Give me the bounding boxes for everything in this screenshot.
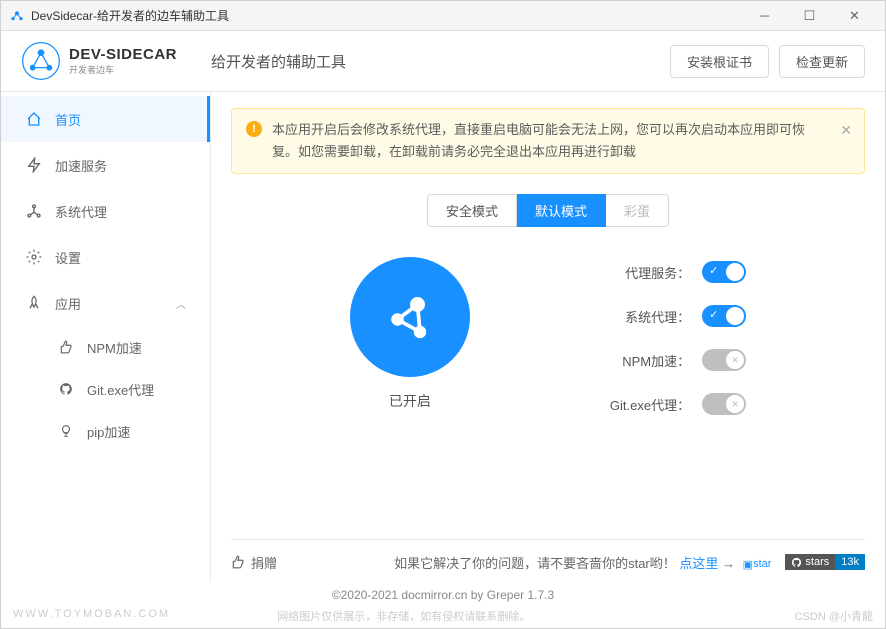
github-stars-badge[interactable]: stars 13k	[785, 552, 865, 572]
donate-button[interactable]: 捐赠	[231, 553, 277, 572]
star-image-placeholder[interactable]: ▣star	[743, 558, 772, 571]
npm-accel-switch[interactable]	[702, 349, 746, 371]
footer-bar: 捐赠 如果它解决了你的问题，请不要吝啬你的star哟！ 点这里 → ▣star …	[231, 539, 865, 582]
app-icon	[9, 8, 25, 24]
toggle-label-proxy-service: 代理服务：	[625, 263, 690, 282]
nav-settings[interactable]: 设置	[1, 234, 210, 280]
logo-icon	[21, 41, 61, 81]
nav-label: 设置	[55, 248, 186, 267]
toggle-label-system-proxy: 系统代理：	[625, 307, 690, 326]
nav-label: 系统代理	[55, 202, 186, 221]
github-icon	[791, 557, 802, 568]
mode-default-tab[interactable]: 默认模式	[517, 194, 606, 227]
page-title: 给开发者的辅助工具	[211, 51, 670, 72]
nav-apps[interactable]: 应用 ︿	[1, 280, 210, 326]
copyright: ©2020-2021 docmirror.cn by Greper 1.7.3	[1, 582, 885, 608]
thumbs-up-icon	[57, 338, 75, 356]
status-label: 已开启	[389, 391, 431, 411]
warning-icon: !	[246, 121, 262, 137]
logo-main-text: DEV-SIDECAR	[69, 46, 177, 63]
watermark-left2: 网络图片仅供展示，非存储，如有侵权请联系删除。	[277, 608, 530, 624]
nav-system-proxy[interactable]: 系统代理	[1, 188, 210, 234]
gear-icon	[25, 248, 43, 266]
rocket-icon	[25, 294, 43, 312]
mode-tabs: 安全模式 默认模式 彩蛋	[231, 194, 865, 227]
nav-label: Git.exe代理	[87, 380, 186, 399]
nav-label: 首页	[55, 110, 186, 129]
warning-alert: ! 本应用开启后会修改系统代理，直接重启电脑可能会无法上网，您可以再次启动本应用…	[231, 108, 865, 174]
watermarks: WWW.TOYMOBAN.COM 网络图片仅供展示，非存储，如有侵权请联系删除。…	[1, 608, 885, 628]
github-icon	[57, 380, 75, 398]
nav-npm-accel[interactable]: NPM加速	[25, 326, 210, 368]
titlebar: DevSidecar-给开发者的边车辅助工具 ─ ☐ ✕	[1, 1, 885, 31]
nav-accel-service[interactable]: 加速服务	[1, 142, 210, 188]
nav-label: NPM加速	[87, 338, 186, 357]
logo-sub-text: 开发者边车	[69, 63, 177, 76]
nav-label: pip加速	[87, 422, 186, 441]
window-title: DevSidecar-给开发者的边车辅助工具	[31, 7, 742, 24]
network-status-icon	[380, 287, 440, 347]
nav-git-proxy[interactable]: Git.exe代理	[25, 368, 210, 410]
header: DEV-SIDECAR 开发者边车 给开发者的辅助工具 安装根证书 检查更新	[1, 31, 885, 91]
content: ! 本应用开启后会修改系统代理，直接重启电脑可能会无法上网，您可以再次启动本应用…	[211, 92, 885, 582]
logo: DEV-SIDECAR 开发者边车	[21, 41, 211, 81]
status-toggle-button[interactable]	[350, 257, 470, 377]
alert-close-button[interactable]: ✕	[840, 119, 852, 143]
alert-text: 本应用开启后会修改系统代理，直接重启电脑可能会无法上网，您可以再次启动本应用即可…	[272, 122, 805, 159]
git-proxy-switch[interactable]	[702, 393, 746, 415]
network-icon	[25, 202, 43, 220]
check-update-button[interactable]: 检查更新	[779, 45, 865, 78]
watermark-left: WWW.TOYMOBAN.COM	[13, 608, 277, 624]
nav-pip-accel[interactable]: pip加速	[25, 410, 210, 452]
chevron-up-icon: ︿	[176, 296, 186, 311]
sidebar: 首页 加速服务 系统代理 设置 应用 ︿	[1, 92, 211, 582]
mode-safe-tab[interactable]: 安全模式	[427, 194, 517, 227]
thunder-icon	[25, 156, 43, 174]
system-proxy-switch[interactable]	[702, 305, 746, 327]
mode-egg-tab[interactable]: 彩蛋	[606, 194, 669, 227]
minimize-button[interactable]: ─	[742, 1, 787, 31]
nav-label: 加速服务	[55, 156, 186, 175]
maximize-button[interactable]: ☐	[787, 1, 832, 31]
nav-home[interactable]: 首页	[1, 96, 210, 142]
toggle-label-git-proxy: Git.exe代理：	[610, 395, 690, 414]
thumbs-up-icon	[231, 555, 245, 569]
proxy-service-switch[interactable]	[702, 261, 746, 283]
toggle-label-npm-accel: NPM加速：	[622, 351, 690, 370]
star-link[interactable]: 点这里	[679, 556, 718, 571]
watermark-right: CSDN @小青龍	[795, 608, 873, 624]
donate-label: 捐赠	[251, 553, 277, 572]
install-cert-button[interactable]: 安装根证书	[670, 45, 769, 78]
close-button[interactable]: ✕	[832, 1, 877, 31]
nav-label: 应用	[55, 294, 176, 313]
bulb-icon	[57, 422, 75, 440]
home-icon	[25, 110, 43, 128]
footer-text: 如果它解决了你的问题，请不要吝啬你的star哟！ 点这里 → ▣star	[277, 553, 785, 572]
